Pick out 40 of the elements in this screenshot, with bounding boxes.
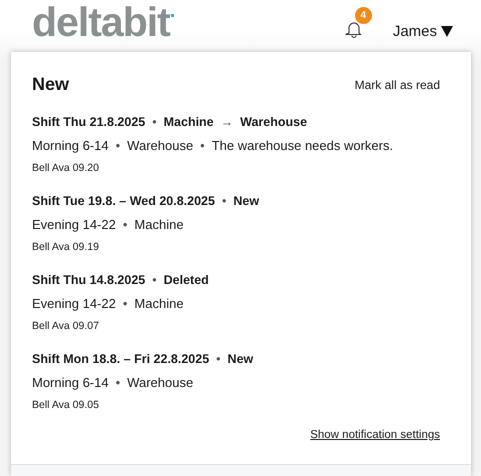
notification-detail: Evening 14-22 xyxy=(32,217,116,232)
user-menu[interactable]: James xyxy=(392,22,453,40)
notification-title: Deleted xyxy=(164,273,209,287)
separator: → xyxy=(220,115,234,129)
separator: • xyxy=(216,352,221,366)
notification-detail: Warehouse xyxy=(127,375,194,390)
notification-detail: Warehouse xyxy=(127,138,194,153)
separator: • xyxy=(152,115,157,129)
notification-detail: Morning 6-14 xyxy=(32,138,109,153)
notification-meta: Bell Ava 09.07 xyxy=(32,320,100,332)
separator: • xyxy=(122,217,128,232)
notification-title: Shift Mon 18.8. – Fri 22.8.2025 xyxy=(32,352,210,366)
notification-title: Shift Tue 19.8. – Wed 20.8.2025 xyxy=(32,194,215,208)
notification-title: Shift Thu 14.8.2025 xyxy=(32,273,146,287)
bell-icon[interactable] xyxy=(344,20,363,38)
separator: • xyxy=(122,296,128,311)
separator: • xyxy=(116,375,120,390)
notification-detail: Evening 14-22 xyxy=(32,296,116,311)
notification-title: New xyxy=(233,194,260,208)
panel-title: New xyxy=(32,74,70,95)
notification-meta: Bell Ava 09.19 xyxy=(32,241,100,253)
notification-title: Warehouse xyxy=(240,115,308,129)
mark-all-read-link[interactable]: Mark all as read xyxy=(354,78,440,92)
separator: • xyxy=(222,194,226,208)
notification-detail: Machine xyxy=(134,296,184,311)
logo: deltabit xyxy=(32,2,170,42)
caret-icon xyxy=(441,26,453,36)
settings-link[interactable]: Show notification settings xyxy=(310,429,440,441)
separator: • xyxy=(200,138,205,153)
notification-detail: Morning 6-14 xyxy=(32,375,109,390)
notification-title: Shift Thu 21.8.2025 xyxy=(32,115,146,129)
notification-meta: Bell Ava 09.20 xyxy=(32,162,100,174)
notification-detail: Machine xyxy=(134,217,184,232)
notification-detail: The warehouse needs workers. xyxy=(212,138,394,153)
separator: • xyxy=(152,273,157,287)
notification-meta: Bell Ava 09.05 xyxy=(32,399,100,411)
notification-title: Machine xyxy=(164,115,214,129)
notification-title: New xyxy=(228,352,254,366)
notification-badge: 4 xyxy=(354,7,372,24)
separator: • xyxy=(116,138,120,153)
